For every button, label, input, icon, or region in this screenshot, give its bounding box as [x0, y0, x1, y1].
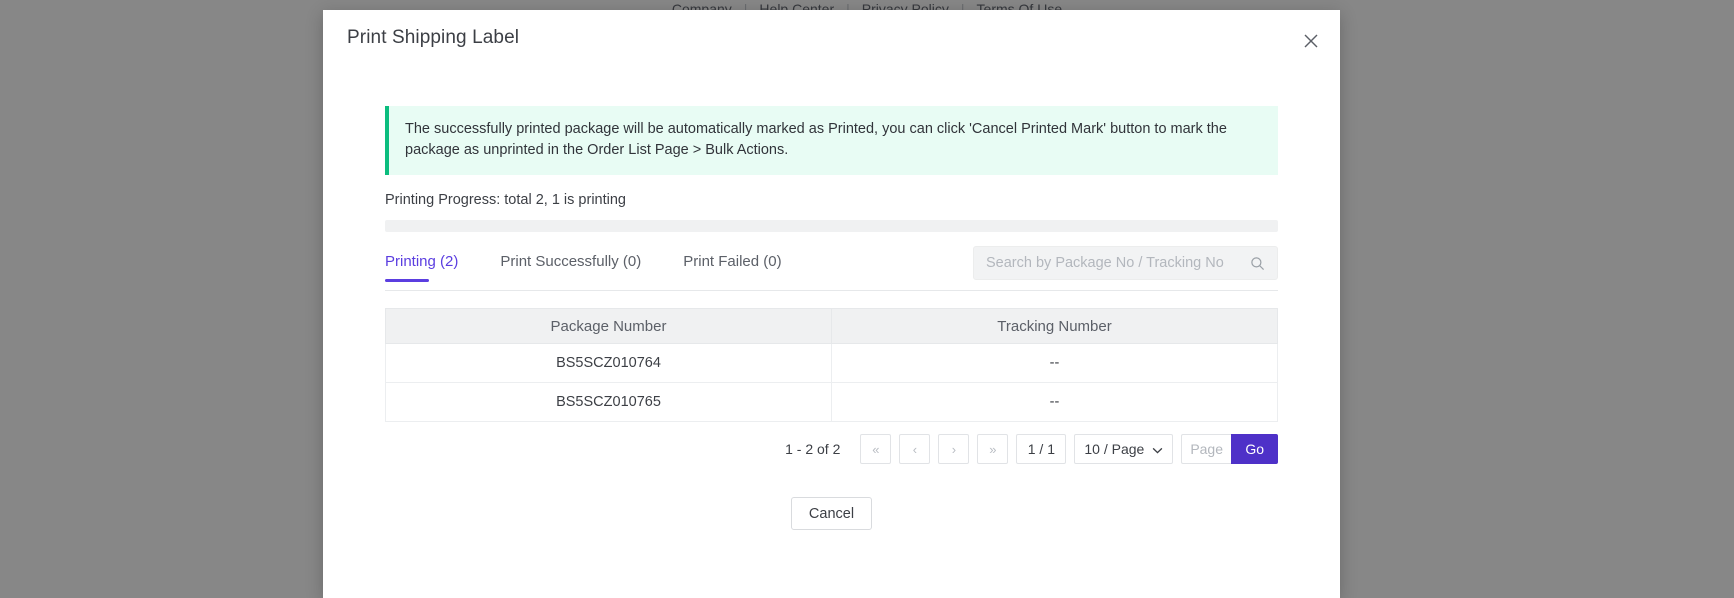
page-size-select[interactable]: 10 / Page — [1074, 434, 1174, 465]
cancel-button[interactable]: Cancel — [791, 497, 872, 530]
table-row: BS5SCZ010765 -- — [385, 382, 1278, 423]
close-icon[interactable] — [1298, 28, 1324, 54]
column-header-package-number: Package Number — [385, 308, 832, 345]
pagination-range: 1 - 2 of 2 — [785, 441, 841, 458]
dialog-title: Print Shipping Label — [347, 27, 520, 48]
package-table: Package Number Tracking Number BS5SCZ010… — [385, 308, 1278, 423]
column-header-tracking-number: Tracking Number — [831, 308, 1278, 345]
next-page-icon[interactable]: › — [938, 434, 970, 465]
tab-printing[interactable]: Printing (2) — [385, 251, 458, 283]
pagination: 1 - 2 of 2 « ‹ › » 1 / 1 10 / Page Go — [385, 434, 1278, 465]
search-input[interactable] — [974, 255, 1250, 272]
tab-print-successfully[interactable]: Print Successfully (0) — [500, 251, 641, 281]
info-alert: The successfully printed package will be… — [385, 106, 1278, 176]
search-icon[interactable] — [1250, 256, 1277, 271]
cell-tracking-number: -- — [831, 343, 1278, 384]
cell-package-number: BS5SCZ010764 — [385, 343, 832, 384]
previous-page-icon[interactable]: ‹ — [899, 434, 931, 465]
printing-progress-label: Printing Progress: total 2, 1 is printin… — [385, 192, 626, 209]
chevron-down-icon — [1152, 441, 1163, 457]
search-box[interactable] — [973, 246, 1278, 281]
page-size-label: 10 / Page — [1084, 441, 1145, 458]
page-number-input[interactable] — [1181, 434, 1232, 465]
cell-package-number: BS5SCZ010765 — [385, 382, 832, 423]
print-shipping-label-dialog: Print Shipping Label The successfully pr… — [323, 10, 1340, 598]
dialog-body: The successfully printed package will be… — [385, 106, 1278, 465]
table-header-row: Package Number Tracking Number — [385, 308, 1278, 345]
last-page-icon[interactable]: » — [977, 434, 1009, 465]
page-indicator: 1 / 1 — [1016, 434, 1067, 465]
go-button[interactable]: Go — [1231, 434, 1278, 465]
cell-tracking-number: -- — [831, 382, 1278, 423]
page-jump-group: Go — [1181, 434, 1278, 465]
first-page-icon[interactable]: « — [860, 434, 892, 465]
info-alert-text: The successfully printed package will be… — [405, 121, 1227, 159]
tabs-row: Printing (2) Print Successfully (0) Prin… — [385, 246, 1278, 292]
printing-progress-bar — [385, 220, 1278, 233]
table-row: BS5SCZ010764 -- — [385, 343, 1278, 384]
tab-print-failed[interactable]: Print Failed (0) — [683, 251, 781, 281]
dialog-footer: Cancel — [323, 497, 1340, 530]
